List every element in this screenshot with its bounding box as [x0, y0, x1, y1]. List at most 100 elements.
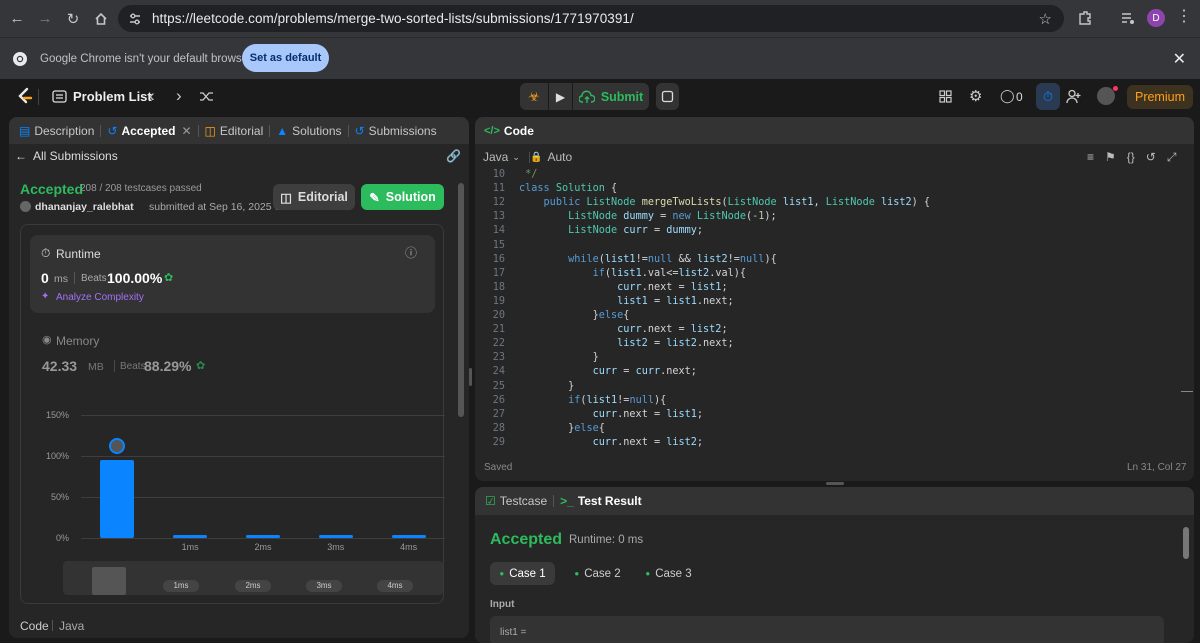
- chart-gridline: [81, 538, 445, 539]
- add-friend-icon[interactable]: [1066, 89, 1082, 104]
- address-bar[interactable]: https://leetcode.com/problems/merge-two-…: [118, 5, 1064, 32]
- timer-button[interactable]: ⏱: [1036, 83, 1060, 110]
- panel-resize-handle[interactable]: [826, 482, 844, 485]
- set-as-default-button[interactable]: Set as default: [242, 44, 329, 72]
- chart-bar[interactable]: [246, 535, 280, 538]
- code-line[interactable]: 27 curr.next = list1;: [475, 408, 1175, 422]
- debug-button[interactable]: ☣: [520, 83, 548, 110]
- media-control-icon[interactable]: [1120, 10, 1136, 26]
- leetcode-logo-icon[interactable]: [16, 87, 34, 107]
- user-avatar[interactable]: [1097, 87, 1115, 105]
- code-line[interactable]: 19 list1 = list1.next;: [475, 295, 1175, 309]
- back-icon[interactable]: ←: [3, 5, 31, 33]
- url-text[interactable]: https://leetcode.com/problems/merge-two-…: [152, 11, 634, 26]
- layout-icon[interactable]: [939, 90, 952, 103]
- code-line[interactable]: 17 if(list1.val<=list2.val){: [475, 267, 1175, 281]
- solution-button[interactable]: ✎ Solution: [361, 184, 444, 210]
- notes-button[interactable]: [656, 83, 679, 110]
- code-editor[interactable]: 10 */11 class Solution {12 public ListNod…: [475, 168, 1175, 450]
- code-line[interactable]: 16 while(list1!=null && list2!=null){: [475, 253, 1175, 267]
- code-line[interactable]: 25 }: [475, 380, 1175, 394]
- extensions-icon[interactable]: [1076, 9, 1094, 27]
- submit-button[interactable]: Submit: [573, 83, 649, 110]
- code-line[interactable]: 26 if(list1!=null){: [475, 394, 1175, 408]
- code-text: curr.next = list1;: [617, 281, 728, 293]
- case-2-tab[interactable]: ● Case 2: [565, 562, 630, 585]
- language-select[interactable]: Java ⌄: [483, 150, 520, 164]
- case-3-tab[interactable]: ● Case 3: [636, 562, 701, 585]
- code-line[interactable]: 18 curr.next = list1;: [475, 281, 1175, 295]
- panel-resize-handle-vertical[interactable]: [469, 368, 472, 386]
- code-line[interactable]: 24 curr = curr.next;: [475, 365, 1175, 379]
- tab-submissions[interactable]: ↺ Submissions: [349, 124, 443, 138]
- premium-button[interactable]: Premium: [1127, 85, 1193, 109]
- tab-editorial[interactable]: ◫ Editorial: [199, 124, 270, 138]
- tab-submissions-label: Submissions: [368, 123, 437, 138]
- code-line[interactable]: 20 }else{: [475, 309, 1175, 323]
- chart-range-minimap[interactable]: 1ms 2ms 3ms 4ms: [63, 561, 443, 595]
- tab-description[interactable]: ▤ Description: [13, 124, 100, 138]
- result-scrollbar[interactable]: [1183, 527, 1189, 559]
- all-submissions-link[interactable]: ← All Submissions: [15, 149, 118, 163]
- run-button[interactable]: ▶: [549, 83, 572, 110]
- code-line[interactable]: 10 */: [475, 168, 1175, 182]
- streak-flame-icon[interactable]: ◯: [1000, 88, 1015, 104]
- next-problem-icon[interactable]: ›: [176, 86, 182, 106]
- chart-bar[interactable]: [391, 535, 426, 538]
- runtime-distribution-chart[interactable]: 150% 100% 50% 0% 1ms 2ms 3ms 4ms: [21, 225, 445, 605]
- chart-y-tick-label: 0%: [55, 533, 69, 543]
- code-line[interactable]: 29 curr.next = list2;: [475, 436, 1175, 450]
- code-line[interactable]: 28 }else{: [475, 422, 1175, 436]
- settings-gear-icon[interactable]: ⚙: [969, 87, 982, 105]
- code-line[interactable]: 13 ListNode dummy = new ListNode(-1);: [475, 210, 1175, 224]
- editorial-button[interactable]: ◫ Editorial: [273, 184, 355, 210]
- case-label: Case 3: [655, 567, 692, 580]
- close-infobar-icon[interactable]: ✕: [1173, 49, 1186, 69]
- chart-bar[interactable]: [100, 460, 135, 538]
- line-number: 14: [492, 225, 505, 237]
- profile-avatar[interactable]: D: [1147, 9, 1165, 27]
- case-1-tab[interactable]: ● Case 1: [490, 562, 555, 585]
- chrome-menu-icon[interactable]: ⋮: [1176, 9, 1192, 25]
- braces-icon[interactable]: {}: [1127, 150, 1135, 165]
- tab-accepted[interactable]: ↺ Accepted ✕: [101, 124, 197, 138]
- prev-problem-icon[interactable]: ‹: [149, 86, 155, 106]
- terminal-icon: >_: [560, 494, 574, 508]
- all-submissions-label: All Submissions: [33, 149, 118, 163]
- bookmark-icon[interactable]: ⚑: [1105, 150, 1116, 165]
- tab-solutions[interactable]: ▲ Solutions: [270, 124, 347, 138]
- code-line[interactable]: 11 class Solution {: [475, 182, 1175, 196]
- code-line[interactable]: 15: [475, 239, 1175, 253]
- format-icon[interactable]: ≡: [1087, 150, 1094, 165]
- code-line[interactable]: 22 list2 = list2.next;: [475, 337, 1175, 351]
- bookmark-star-icon[interactable]: ☆: [1039, 10, 1052, 28]
- code-line[interactable]: 21 curr.next = list2;: [475, 323, 1175, 337]
- auto-mode-toggle[interactable]: 🔒 Auto: [530, 150, 572, 164]
- code-tab-title[interactable]: Code: [504, 124, 534, 138]
- close-tab-icon[interactable]: ✕: [181, 124, 191, 138]
- minimap-label: 2ms: [235, 580, 271, 592]
- expand-icon[interactable]: ⤢: [1167, 150, 1177, 165]
- chart-bar[interactable]: [318, 535, 353, 538]
- forward-icon[interactable]: →: [31, 5, 59, 33]
- problem-list-icon[interactable]: [52, 89, 67, 104]
- shuffle-icon[interactable]: [199, 89, 214, 104]
- problem-list-link[interactable]: Problem List: [73, 89, 152, 104]
- code-editor-panel: </> Code Java ⌄ 🔒 Auto ≡ ⚑ {} ↺ ⤢ 10 */1…: [475, 117, 1194, 481]
- panel-scrollbar[interactable]: [458, 183, 464, 417]
- reload-icon[interactable]: ↻: [59, 5, 87, 33]
- code-line[interactable]: 23 }: [475, 351, 1175, 365]
- tab-test-result[interactable]: >_ Test Result: [554, 494, 647, 508]
- chart-bar[interactable]: [173, 535, 208, 538]
- submitter-name[interactable]: dhananjay_ralebhat: [35, 201, 134, 213]
- site-info-icon[interactable]: [128, 12, 142, 26]
- home-icon[interactable]: [87, 5, 115, 33]
- share-link-icon[interactable]: 🔗: [446, 149, 461, 163]
- tab-accepted-label: Accepted: [121, 123, 176, 138]
- reset-icon[interactable]: ↺: [1146, 150, 1156, 165]
- tab-testcase[interactable]: ☑ Testcase: [479, 494, 553, 508]
- result-status: Accepted: [490, 531, 563, 548]
- code-line[interactable]: 12 public ListNode mergeTwoLists(ListNod…: [475, 196, 1175, 210]
- code-line[interactable]: 14 ListNode curr = dummy;: [475, 224, 1175, 238]
- chart-y-tick-label: 100%: [45, 451, 69, 461]
